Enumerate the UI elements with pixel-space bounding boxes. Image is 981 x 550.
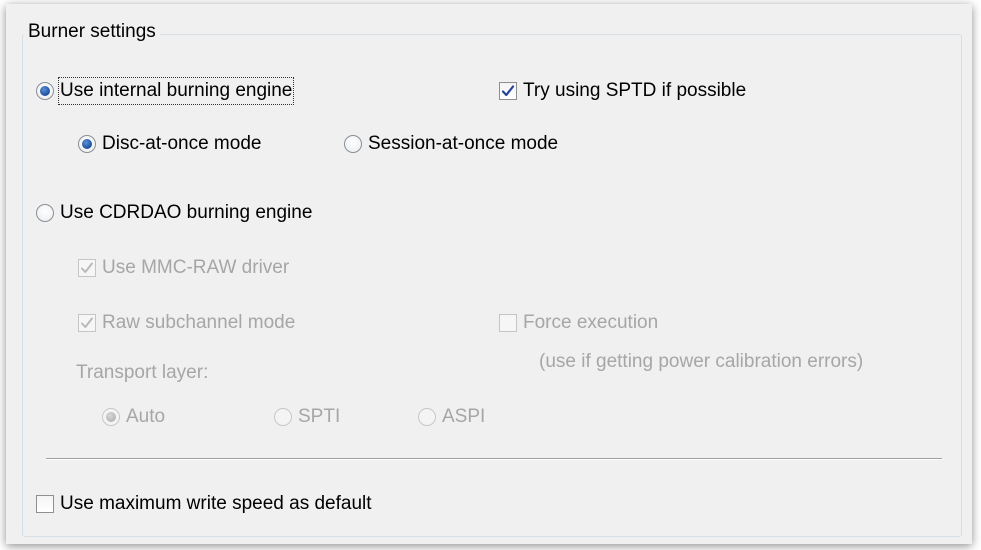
session-at-once-label: Session-at-once mode	[368, 133, 559, 154]
force-execution-checkbox-icon	[499, 314, 517, 332]
force-execution-label: Force execution	[523, 312, 659, 333]
sptd-label: Try using SPTD if possible	[523, 80, 747, 101]
max-write-speed-checkbox[interactable]: Use maximum write speed as default	[36, 492, 372, 516]
session-at-once-radio[interactable]: Session-at-once mode	[344, 132, 558, 156]
cdrdao-engine-radio-icon	[36, 204, 54, 222]
transport-auto-radio[interactable]: Auto	[102, 405, 165, 429]
transport-spti-label: SPTI	[298, 406, 341, 427]
sptd-checkbox[interactable]: Try using SPTD if possible	[499, 79, 746, 103]
transport-layer-label: Transport layer:	[76, 362, 209, 383]
transport-aspi-radio[interactable]: ASPI	[418, 405, 485, 429]
sptd-checkbox-icon	[499, 82, 517, 100]
separator	[46, 458, 942, 460]
disc-at-once-radio[interactable]: Disc-at-once mode	[78, 132, 261, 156]
force-execution-note: (use if getting power calibration errors…	[539, 351, 864, 372]
disc-at-once-radio-icon	[78, 135, 96, 153]
max-write-speed-checkbox-icon	[36, 495, 54, 513]
internal-engine-radio-icon	[36, 82, 54, 100]
raw-subchannel-checkbox[interactable]: Raw subchannel mode	[78, 311, 295, 335]
transport-spti-radio-icon	[274, 408, 292, 426]
disc-at-once-label: Disc-at-once mode	[102, 133, 262, 154]
internal-engine-label: Use internal burning engine	[57, 77, 295, 105]
transport-aspi-label: ASPI	[442, 406, 486, 427]
mmc-raw-label: Use MMC-RAW driver	[102, 257, 290, 278]
mmc-raw-checkbox[interactable]: Use MMC-RAW driver	[78, 256, 289, 280]
raw-subchannel-checkbox-icon	[78, 314, 96, 332]
group-title: Burner settings	[24, 20, 160, 44]
transport-aspi-radio-icon	[418, 408, 436, 426]
mmc-raw-checkbox-icon	[78, 259, 96, 277]
burner-settings-panel: Burner settings Use internal burning eng…	[6, 4, 972, 544]
transport-auto-label: Auto	[126, 406, 166, 427]
internal-engine-radio[interactable]: Use internal burning engine	[36, 77, 295, 105]
transport-auto-radio-icon	[102, 408, 120, 426]
session-at-once-radio-icon	[344, 135, 362, 153]
raw-subchannel-label: Raw subchannel mode	[102, 312, 296, 333]
max-write-speed-label: Use maximum write speed as default	[60, 493, 372, 514]
force-execution-checkbox[interactable]: Force execution	[499, 311, 658, 335]
cdrdao-engine-label: Use CDRDAO burning engine	[60, 202, 313, 223]
transport-spti-radio[interactable]: SPTI	[274, 405, 340, 429]
cdrdao-engine-radio[interactable]: Use CDRDAO burning engine	[36, 201, 312, 225]
burner-settings-groupbox	[22, 34, 962, 537]
